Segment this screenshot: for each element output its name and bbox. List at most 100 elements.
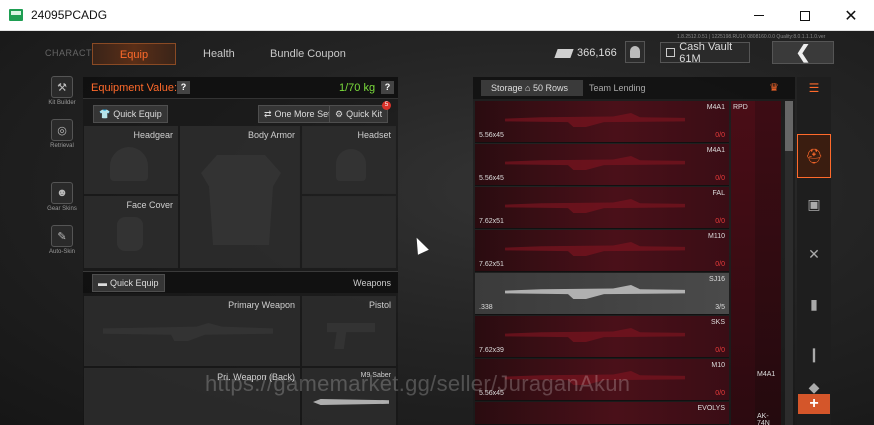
storage-item[interactable]: FAL 7.62x51 0/0 [475, 187, 729, 229]
storage-item[interactable]: EVOLYS [475, 402, 729, 425]
add-button[interactable]: + [798, 394, 830, 414]
tab-team-lending[interactable]: Team Lending [589, 80, 646, 96]
storage-column-tall[interactable]: RPD [731, 101, 755, 425]
slot-face-cover[interactable]: Face Cover [84, 196, 178, 268]
avatar-button[interactable] [625, 41, 645, 63]
item-name: FAL [712, 190, 725, 197]
sidebar-item-label: Gear Skins [47, 206, 77, 212]
category-ammo[interactable]: ❙ [797, 332, 831, 376]
item-ammo: 7.62x51 [479, 261, 504, 268]
headset-icon [336, 149, 366, 181]
slot-pistol[interactable]: Pistol [302, 296, 396, 366]
rifle-icon [505, 156, 685, 170]
layers-icon[interactable]: ☰ [797, 77, 831, 99]
quick-equip-button[interactable]: 👕 Quick Equip [93, 105, 168, 123]
sidebar-item-label: Retrieval [50, 143, 74, 149]
mouse-cursor-icon [411, 235, 429, 255]
avatar-icon [630, 46, 640, 58]
app-icon [9, 9, 23, 21]
one-more-set-label: One More Set [274, 109, 331, 119]
storage-scrollbar-thumb[interactable] [785, 101, 793, 151]
sidebar-item-kit-builder[interactable]: ⚒ Kit Builder [46, 76, 78, 106]
pistol-icon [327, 323, 375, 349]
window-titlebar: 24095PCADG ✕ [0, 0, 874, 31]
tab-bundle-coupon[interactable]: Bundle Coupon [270, 43, 346, 65]
quick-kit-button[interactable]: ⚙ Quick Kit 5 [329, 101, 392, 123]
currency-display: 366,166 [554, 44, 617, 62]
helmet-icon [110, 147, 148, 181]
category-all[interactable]: ⛑ [797, 134, 831, 178]
tab-equip[interactable]: Equip [92, 43, 176, 65]
weapon-quick-equip-button[interactable]: ▬ Quick Equip [92, 274, 165, 292]
rifle-icon [505, 242, 685, 256]
rifle-icon [505, 113, 685, 127]
equipment-value: Equipment Value: 0 [91, 82, 187, 94]
item-ammo: .338 [479, 304, 493, 311]
sidebar-item-gear-skins[interactable]: ☻ Gear Skins [46, 182, 78, 212]
help-icon[interactable]: ? [381, 81, 394, 94]
one-more-set-button[interactable]: ⇄ One More Set [258, 105, 337, 123]
sidebar-item-auto-skin[interactable]: ✎ Auto-Skin [46, 225, 78, 255]
storage-side-column[interactable]: M4A1 AK-74N [755, 101, 781, 425]
tab-health[interactable]: Health [203, 43, 235, 65]
category-weapons[interactable]: ✕ [797, 232, 831, 276]
weight-display: 1/70 kg [339, 82, 376, 94]
tab-storage[interactable]: Storage ⌂ 50 Rows [481, 80, 583, 96]
category-magazines[interactable]: ▮ [797, 282, 831, 326]
slot-headset[interactable]: Headset [302, 126, 396, 194]
slot-label: Body Armor [247, 130, 295, 140]
bag-icon: ◆ [808, 378, 820, 395]
kit-builder-icon: ⚒ [51, 76, 73, 98]
storage-header: Storage ⌂ 50 Rows Team Lending ♛ [473, 77, 795, 99]
gear-skins-icon: ☻ [51, 182, 73, 204]
currency-amount: 366,166 [577, 47, 617, 59]
maximize-button[interactable] [782, 0, 828, 31]
storage-item[interactable]: SKS 7.62x39 0/0 [475, 316, 729, 358]
window-title: 24095PCADG [31, 8, 108, 22]
minimize-button[interactable] [736, 0, 782, 31]
back-button[interactable]: ❮ [772, 41, 834, 64]
sniper-rifle-icon [505, 285, 685, 299]
slot-label: Headgear [133, 130, 173, 140]
help-icon[interactable]: ? [177, 81, 190, 94]
weapons-section-label: Weapons [353, 278, 391, 288]
item-count: 0/0 [715, 175, 725, 182]
equipment-value-bar: Equipment Value: 0 ? 1/70 kg ? [83, 77, 398, 99]
quick-kit-label: Quick Kit [346, 109, 383, 119]
close-button[interactable]: ✕ [828, 0, 874, 31]
cash-vault-button[interactable]: Cash Vault 61M [660, 41, 750, 65]
slot-label: Face Cover [126, 200, 173, 210]
sidebar-item-label: Auto-Skin [48, 249, 75, 255]
hud-build-info: 1.8.2512.0.51 | 1225198.RU1X 0808160.0.0… [677, 34, 826, 40]
sidebar-item-retrieval[interactable]: ◎ Retrieval [46, 119, 78, 149]
item-name: M10 [711, 362, 725, 369]
storage-item[interactable]: M110 7.62x51 0/0 [475, 230, 729, 272]
item-name: SKS [710, 319, 725, 326]
slot-primary-weapon[interactable]: Primary Weapon [84, 296, 300, 366]
slot-body-armor[interactable]: Body Armor [180, 126, 300, 268]
gun-icon: ▬ [98, 278, 107, 288]
weapon-quick-equip-label: Quick Equip [110, 278, 159, 288]
item-count: 3/5 [715, 304, 725, 311]
shirt-icon [201, 155, 281, 245]
rifle-icon [505, 199, 685, 213]
item-name: M110 [708, 233, 725, 240]
crown-icon[interactable]: ♛ [769, 81, 779, 94]
face-cover-icon [117, 217, 143, 251]
magazine-icon: ▮ [810, 295, 818, 312]
storage-item[interactable]: M4A1 5.56x45 0/0 [475, 144, 729, 186]
category-armor[interactable]: ▣ [797, 182, 831, 226]
slot-headgear[interactable]: Headgear [84, 126, 178, 194]
storage-item[interactable]: SJ16 .338 3/5 [475, 273, 729, 315]
item-name: AK-74N [757, 413, 770, 425]
vest-icon: ▣ [807, 195, 821, 212]
storage-item[interactable]: M4A1 5.56x45 0/0 [475, 101, 729, 143]
gear-toolbar: 👕 Quick Equip ⇄ One More Set ⚙ Quick Kit… [83, 101, 398, 124]
item-ammo: 7.62x39 [479, 347, 504, 354]
slot-label: Headset [357, 130, 391, 140]
item-ammo: 5.56x45 [479, 132, 504, 139]
item-count: 0/0 [715, 261, 725, 268]
close-icon: ✕ [844, 7, 858, 25]
home-icon: ⌂ [525, 83, 533, 93]
item-name: M4A1 [706, 104, 725, 111]
